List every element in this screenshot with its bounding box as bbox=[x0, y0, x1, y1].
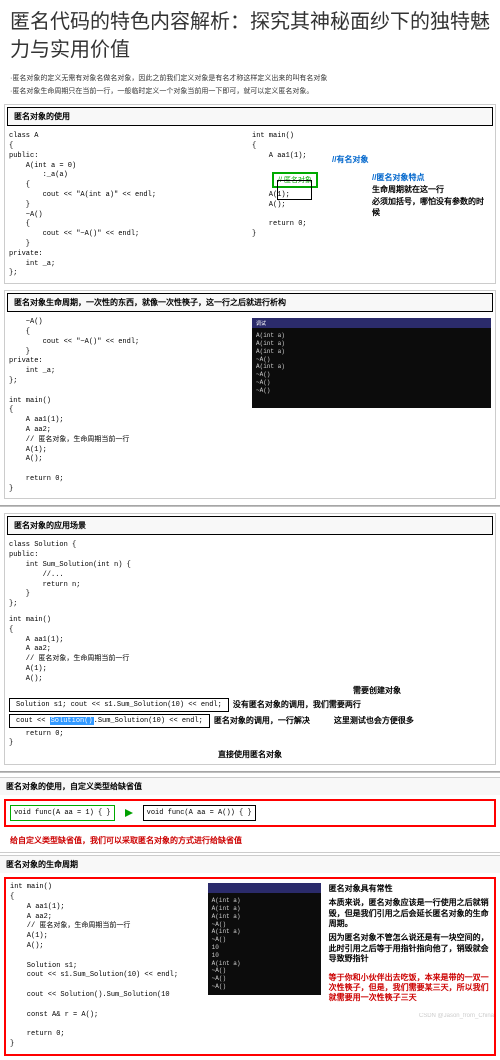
terminal-title: 调试 bbox=[256, 320, 266, 327]
highlight-anon-calls bbox=[277, 180, 312, 200]
code-lifetime-2: int main() { A aa1(1); A aa2; // 匿名对象，生命… bbox=[10, 883, 204, 1050]
watermark: CSDN @Jason_from_China bbox=[419, 1013, 494, 1019]
annot-direct-use: 直接使用匿名对象 bbox=[9, 749, 491, 760]
annot-default-red: 给自定义类型缺省值，我们可以采取匿名对象的方式进行给缺省值 bbox=[0, 831, 500, 850]
terminal-header bbox=[208, 883, 321, 893]
annot-extend: 本质来说，匿名对象应该是一行使用之后就销毁，但是我们引用之后会延长匿名对象的生命… bbox=[329, 898, 490, 929]
page-title: 匿名代码的特色内容解析：探究其神秘面纱下的独特魅力与实用价值 bbox=[0, 0, 500, 72]
divider bbox=[0, 505, 500, 507]
terminal-header: 调试 bbox=[252, 318, 491, 328]
annot-two-lines: 没有匿名对象的调用，我们需要两行 bbox=[233, 699, 361, 710]
divider bbox=[0, 771, 500, 773]
divider bbox=[0, 852, 500, 853]
annot-convenient: 这里测试也会方便很多 bbox=[334, 715, 414, 726]
intro-line-2: ·匿名对象生命周期只在当前一行，一般临时定义一个对象当前用一下即可，就可以定义匿… bbox=[0, 85, 500, 98]
code-two-lines: Solution s1; cout << s1.Sum_Solution(10)… bbox=[9, 698, 229, 712]
annot-const: 匿名对象具有常性 bbox=[329, 883, 490, 894]
section-header-default: 匿名对象的使用，自定义类型给缺省值 bbox=[0, 777, 500, 795]
terminal-output: A(int a) A(int a) A(int a) ~A() A(int a)… bbox=[252, 328, 491, 408]
code-one-line: cout << Solution().Sum_Solution(10) << e… bbox=[9, 714, 210, 728]
highlight-solution: Solution() bbox=[50, 717, 94, 725]
annot-space: 因为匿名对象不管怎么说还是有一块空间的，此时引用之后等于用指针指向他了，销毁就会… bbox=[329, 933, 490, 964]
section-header: 匿名对象的应用场景 bbox=[7, 516, 493, 535]
annot-lifetime: 生命周期就在这一行 bbox=[372, 184, 444, 195]
code-main-3: int main() { A aa1(1); A aa2; // 匿名对象，生命… bbox=[9, 616, 491, 685]
section-default-value: void func(A aa = 1) { } void func(A aa =… bbox=[4, 799, 496, 827]
annot-need-create: 需要创建对象 bbox=[9, 685, 491, 696]
section-lifetime-detail: int main() { A aa1(1); A aa2; // 匿名对象，生命… bbox=[4, 877, 496, 1056]
intro-line-1: ·匿名对象的定义无需有对象名做名对象，因此之前我们定义对象是有名才称这样定义出来… bbox=[0, 72, 500, 85]
code-lifetime: ~A() { cout << "~A()" << endl; } private… bbox=[9, 318, 248, 494]
code-solution-class: class Solution { public: int Sum_Solutio… bbox=[9, 541, 491, 610]
code-func-right: void func(A aa = A()) { } bbox=[143, 805, 256, 821]
code-func-left: void func(A aa = 1) { } bbox=[10, 805, 115, 821]
annot-chopsticks: 等于你和小伙伴出去吃饭，本来是带的一双一次性筷子，但是，我们需要某三天，所以我们… bbox=[329, 973, 490, 1004]
section-header: 匿名对象的使用 bbox=[7, 107, 493, 126]
section-application: 匿名对象的应用场景 class Solution { public: int S… bbox=[4, 513, 496, 765]
annot-parens: 必须加括号，哪怕没有参数的时候 bbox=[372, 196, 491, 218]
section-usage: 匿名对象的使用 class A { public: A(int a = 0) :… bbox=[4, 104, 496, 284]
terminal-output-2: A(int a) A(int a) A(int a) ~A() A(int a)… bbox=[208, 893, 321, 995]
section-lifetime: 匿名对象生命周期，一次性的东西，就像一次性筷子，这一行之后就进行析构 ~A() … bbox=[4, 290, 496, 499]
annot-feature: //匿名对象特点 bbox=[372, 172, 424, 183]
arrow-icon bbox=[125, 809, 133, 817]
section-header: 匿名对象生命周期，一次性的东西，就像一次性筷子，这一行之后就进行析构 bbox=[7, 293, 493, 312]
section-header-lifetime2: 匿名对象的生命周期 bbox=[0, 855, 500, 873]
code-return: return 0; } bbox=[9, 730, 491, 750]
annot-named-obj: //有名对象 bbox=[332, 154, 368, 165]
annot-one-line: 匿名对象的调用，一行解决 bbox=[214, 715, 310, 726]
code-class-a: class A { public: A(int a = 0) :_a(a) { … bbox=[9, 132, 248, 279]
